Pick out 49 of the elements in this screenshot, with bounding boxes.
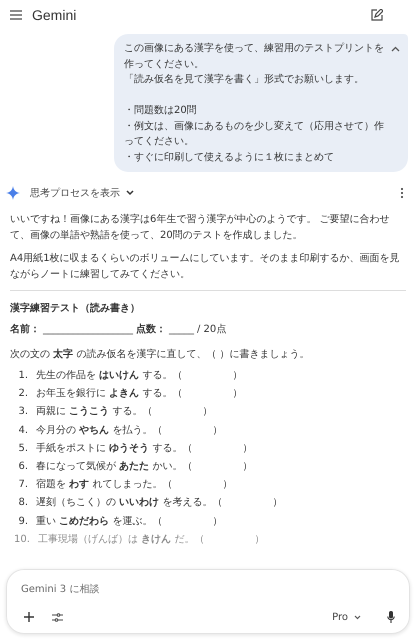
question-text: 今月分の やちん を払う。（ ） (36, 424, 222, 438)
question-number: 5. (17, 442, 28, 456)
collapse-icon[interactable] (391, 46, 400, 52)
sparkle-icon (6, 186, 20, 200)
question-number: 7. (17, 478, 28, 492)
question-number: 9. (17, 514, 28, 529)
caret-icon (354, 614, 361, 620)
question-text: 宿題を わす れてしまった。（ ） (36, 478, 232, 492)
prompt-box[interactable]: Gemini 3 に相談 Pro (6, 569, 410, 634)
prompt-placeholder: Gemini 3 に相談 (21, 582, 100, 596)
message-line: この画像にある漢字を使って、練習用のテストプリントを作ってください。 (124, 42, 385, 72)
question-text: お年玉を銀行に よきん する。（ ） (36, 387, 242, 402)
add-icon[interactable] (24, 612, 34, 622)
model-selector[interactable]: Pro (332, 612, 361, 622)
question-number: 1. (17, 369, 28, 383)
caret-icon (126, 190, 134, 196)
question-number: 6. (17, 460, 28, 474)
question-text: 重い こめだわら を運ぶ。（ ） (36, 514, 222, 529)
name-blank: __________________ (43, 323, 133, 337)
question-number: 10. (14, 532, 30, 547)
question-number: 2. (17, 387, 28, 402)
show-thinking-button[interactable]: 思考プロセスを表示 (30, 184, 134, 202)
microphone-icon[interactable] (387, 611, 395, 623)
tools-icon[interactable] (52, 612, 63, 622)
menu-icon[interactable] (10, 10, 22, 20)
question-text: 先生の作品を はいけん する。（ ） (36, 368, 242, 383)
response-paragraph: A4用紙1枚に収まるくらいのボリュームにしています。そのまま印刷するか、画面を見ながらノートに練習してみてください。 (10, 252, 401, 282)
question-number: 8. (17, 496, 28, 510)
question-number: 3. (17, 405, 28, 420)
more-icon[interactable] (400, 187, 404, 199)
test-title: 漢字練習テスト（読み書き） (10, 301, 141, 316)
app-title: Gemini (32, 7, 76, 23)
question-text: 両親に こうこう する。（ ） (36, 404, 212, 420)
question-text: 工事現場（げんば）は きけん だ。（ ） (38, 532, 264, 547)
message-line: ・例文は、画像にあるものを少し変えて（応用させて）作ってください。 (124, 120, 385, 149)
question-text: 春になって気候が あたた かい。（ ） (36, 460, 252, 474)
score-total: / 20点 (197, 322, 226, 337)
question-text: 手紙をポストに ゆうそう する。（ ） (36, 442, 252, 456)
name-label: 名前： (10, 322, 40, 337)
message-line: ・問題数は20問 (124, 104, 198, 118)
question-number: 4. (17, 424, 28, 438)
instruction-text: 次の文の 太字 の読み仮名を漢字に直して、（ ）に書きましょう。 (10, 347, 311, 362)
score-label: 点数： (136, 322, 166, 337)
message-line: ・すぐに印刷して使えるように１枚にまとめて (124, 150, 335, 164)
edit-icon[interactable] (371, 9, 383, 21)
response-paragraph: いいですね！画像にある漢字は6年生で習う漢字が中心のようです。 ご要望に合わせて、画像の単語や熟語を使って、20問のテストを作成しました。 (10, 212, 391, 243)
score-blank: _____ (169, 323, 194, 337)
message-line: 「読み仮名を見て漢字を書く」形式でお願いします。 (124, 72, 365, 87)
question-text: 遅刻（ちこく）の いいわけ を考える。（ ） (36, 496, 282, 510)
